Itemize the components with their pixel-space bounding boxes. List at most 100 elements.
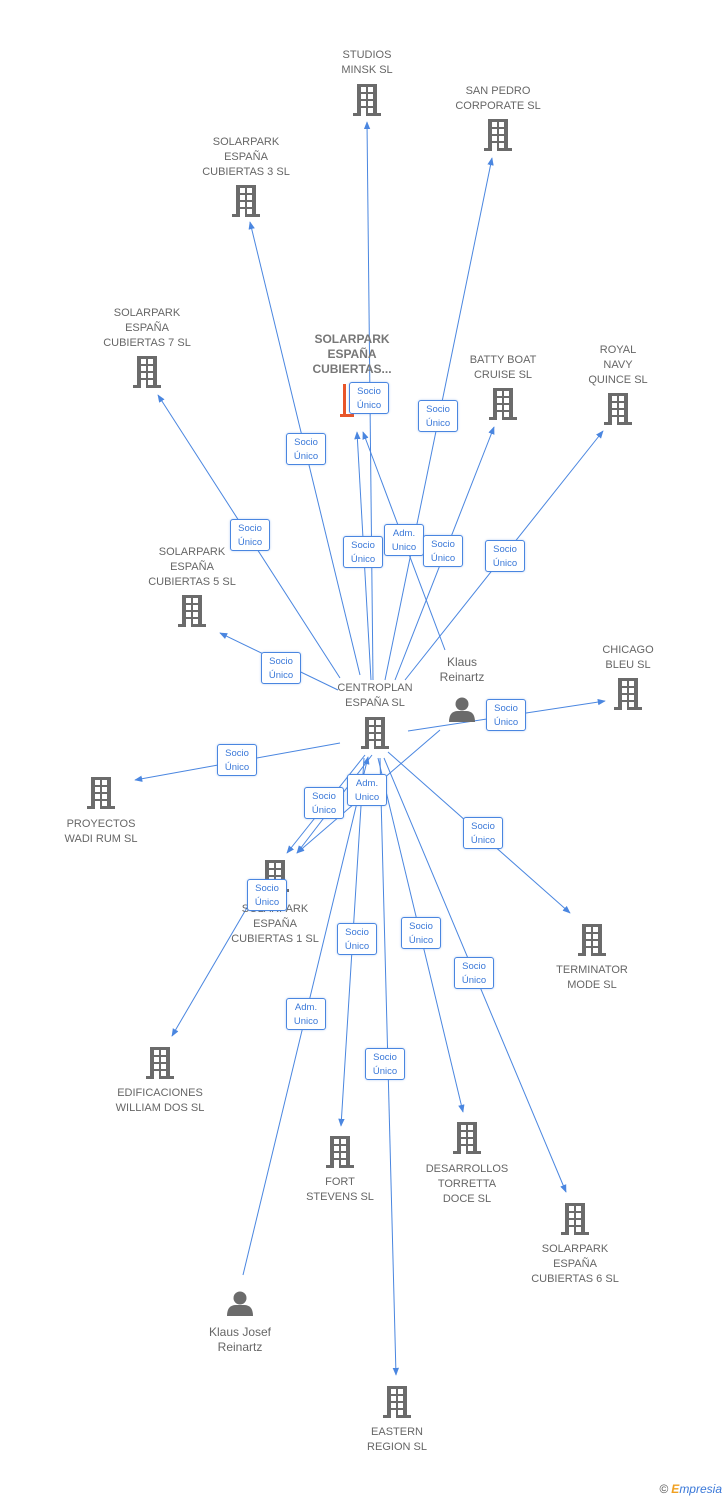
label-line: WILLIAM DOS SL <box>115 1102 205 1114</box>
label-line: CHICAGO <box>602 644 654 656</box>
node-label-c6[interactable]: SOLARPARK ESPAÑA CUBIERTAS 6 SL <box>531 1242 619 1287</box>
label-line: SOLARPARK <box>158 546 226 558</box>
edge-label[interactable]: Adm. Unico <box>384 524 424 556</box>
edge-label-line: Socio <box>357 386 381 397</box>
building-icon[interactable] <box>353 84 381 116</box>
edge-label[interactable]: Socio Único <box>230 519 270 551</box>
label-line: BLEU SL <box>605 659 651 671</box>
edge-label[interactable]: Socio Único <box>304 787 344 819</box>
label-line: CUBIERTAS 7 SL <box>103 337 191 349</box>
label-line: ESPAÑA <box>224 151 268 163</box>
building-icon[interactable] <box>561 1203 589 1235</box>
edge-label-line: Socio <box>345 927 369 938</box>
building-icon[interactable] <box>361 717 389 749</box>
node-label-eastern[interactable]: EASTERN REGION SL <box>367 1425 427 1455</box>
edge-label[interactable]: Adm. Unico <box>286 998 326 1030</box>
node-label-studios[interactable]: STUDIOS MINSK SL <box>341 48 392 78</box>
label-line: BATTY BOAT <box>469 354 537 366</box>
edge-label[interactable]: Socio Único <box>401 917 441 949</box>
label-line: CUBIERTAS 6 SL <box>531 1273 619 1285</box>
edge-label-line: Socio <box>312 791 336 802</box>
edge-label-line: Socio <box>238 523 262 534</box>
edge-label[interactable]: Socio Único <box>485 540 525 572</box>
edge-label[interactable]: Socio Único <box>217 744 257 776</box>
node-label-chicago[interactable]: CHICAGO BLEU SL <box>602 643 653 673</box>
edge-label[interactable]: Socio Único <box>486 699 526 731</box>
label-line: ESPAÑA <box>253 918 297 930</box>
building-icon[interactable] <box>383 1386 411 1418</box>
edge-label-line: Único <box>425 418 451 429</box>
label-line: STUDIOS <box>342 49 392 61</box>
label-line: SOLARPARK <box>212 136 280 148</box>
edge-label[interactable]: Socio Único <box>286 433 326 465</box>
building-icon[interactable] <box>614 678 642 710</box>
edge-label[interactable]: Socio Único <box>463 817 503 849</box>
building-icon[interactable] <box>178 595 206 627</box>
node-label-klausjosef[interactable]: Klaus Josef Reinartz <box>209 1325 271 1355</box>
building-icon[interactable] <box>146 1047 174 1079</box>
person-icon[interactable] <box>227 1291 253 1317</box>
person-icon[interactable] <box>449 697 475 723</box>
node-label-edificaciones[interactable]: EDIFICACIONES WILLIAM DOS SL <box>116 1086 205 1116</box>
edge-label[interactable]: Socio Único <box>418 400 458 432</box>
edge-label-line: Socio <box>426 404 450 415</box>
node-label-batty[interactable]: BATTY BOAT CRUISE SL <box>470 353 537 383</box>
label-line: TERMINATOR <box>556 964 628 976</box>
edge-label-line: Único <box>493 717 519 728</box>
edge-label-line: Socio <box>373 1052 397 1063</box>
edge-label-line: Socio <box>294 437 318 448</box>
edge-label[interactable]: Adm. Unico <box>347 774 387 806</box>
label-line: TORRETTA <box>437 1178 497 1190</box>
building-icon[interactable] <box>489 388 517 420</box>
label-line: WADI RUM SL <box>64 833 138 845</box>
edge-label-line: Unico <box>391 542 417 553</box>
node-label-fort[interactable]: FORT STEVENS SL <box>306 1175 374 1205</box>
node-label-wadi[interactable]: PROYECTOS WADI RUM SL <box>65 817 138 847</box>
edge-label-line: Único <box>237 537 263 548</box>
edge-label-line: Socio <box>255 883 279 894</box>
building-icon[interactable] <box>484 119 512 151</box>
edge-label-line: Adm. <box>392 528 416 539</box>
edge-label-line: Socio <box>493 544 517 555</box>
label-line: CUBIERTAS 3 SL <box>202 166 290 178</box>
building-icon[interactable] <box>453 1122 481 1154</box>
edge-label[interactable]: Socio Único <box>365 1048 405 1080</box>
node-label-terminator[interactable]: TERMINATOR MODE SL <box>556 963 628 993</box>
edge-label-line: Socio <box>269 656 293 667</box>
edge-label[interactable]: Socio Único <box>343 536 383 568</box>
label-line: EDIFICACIONES <box>117 1087 203 1099</box>
node-label-centroplan[interactable]: CENTROPLAN ESPAÑA SL <box>337 681 412 711</box>
edge-label[interactable]: Socio Único <box>454 957 494 989</box>
edge-label-line: Unico <box>354 792 380 803</box>
node-label-sanpedro[interactable]: SAN PEDRO CORPORATE SL <box>455 84 540 114</box>
label-line: ESPAÑA <box>553 1258 597 1270</box>
edge-label-line: Único <box>408 935 434 946</box>
network-diagram: STUDIOS MINSK SL SAN PEDRO CORPORATE SL SOLA… <box>0 0 728 1500</box>
building-icon[interactable] <box>232 185 260 217</box>
node-label-klaus[interactable]: Klaus Reinartz <box>440 655 485 685</box>
edge-label[interactable]: Socio Único <box>349 382 389 414</box>
edge-label[interactable]: Socio Único <box>337 923 377 955</box>
edge-label-line: Único <box>344 941 370 952</box>
label-line: DESARROLLOS <box>425 1163 509 1175</box>
edge-label-line: Socio <box>471 821 495 832</box>
building-icon[interactable] <box>326 1136 354 1168</box>
label-line: DOCE SL <box>442 1193 492 1205</box>
building-icon[interactable] <box>87 777 115 809</box>
node-label-focus[interactable]: SOLARPARK ESPAÑA CUBIERTAS... <box>312 332 391 377</box>
edge-label-line: Socio <box>462 961 486 972</box>
edge-label[interactable]: Socio Único <box>261 652 301 684</box>
building-icon[interactable] <box>133 356 161 388</box>
label-line: MINSK SL <box>341 64 393 76</box>
node-label-royal[interactable]: ROYAL NAVY QUINCE SL <box>588 343 647 388</box>
label-line: QUINCE SL <box>588 374 648 386</box>
edge-label[interactable]: Socio Único <box>247 879 287 911</box>
building-icon[interactable] <box>578 924 606 956</box>
node-label-desarrollos[interactable]: DESARROLLOS TORRETTA DOCE SL <box>426 1162 509 1207</box>
edge-label[interactable]: Socio Único <box>423 535 463 567</box>
node-label-c3[interactable]: SOLARPARK ESPAÑA CUBIERTAS 3 SL <box>202 135 290 180</box>
building-icon[interactable] <box>604 393 632 425</box>
node-label-c5[interactable]: SOLARPARK ESPAÑA CUBIERTAS 5 SL <box>148 545 236 590</box>
node-label-c7[interactable]: SOLARPARK ESPAÑA CUBIERTAS 7 SL <box>103 306 191 351</box>
label-line: Klaus Josef <box>208 1325 272 1339</box>
